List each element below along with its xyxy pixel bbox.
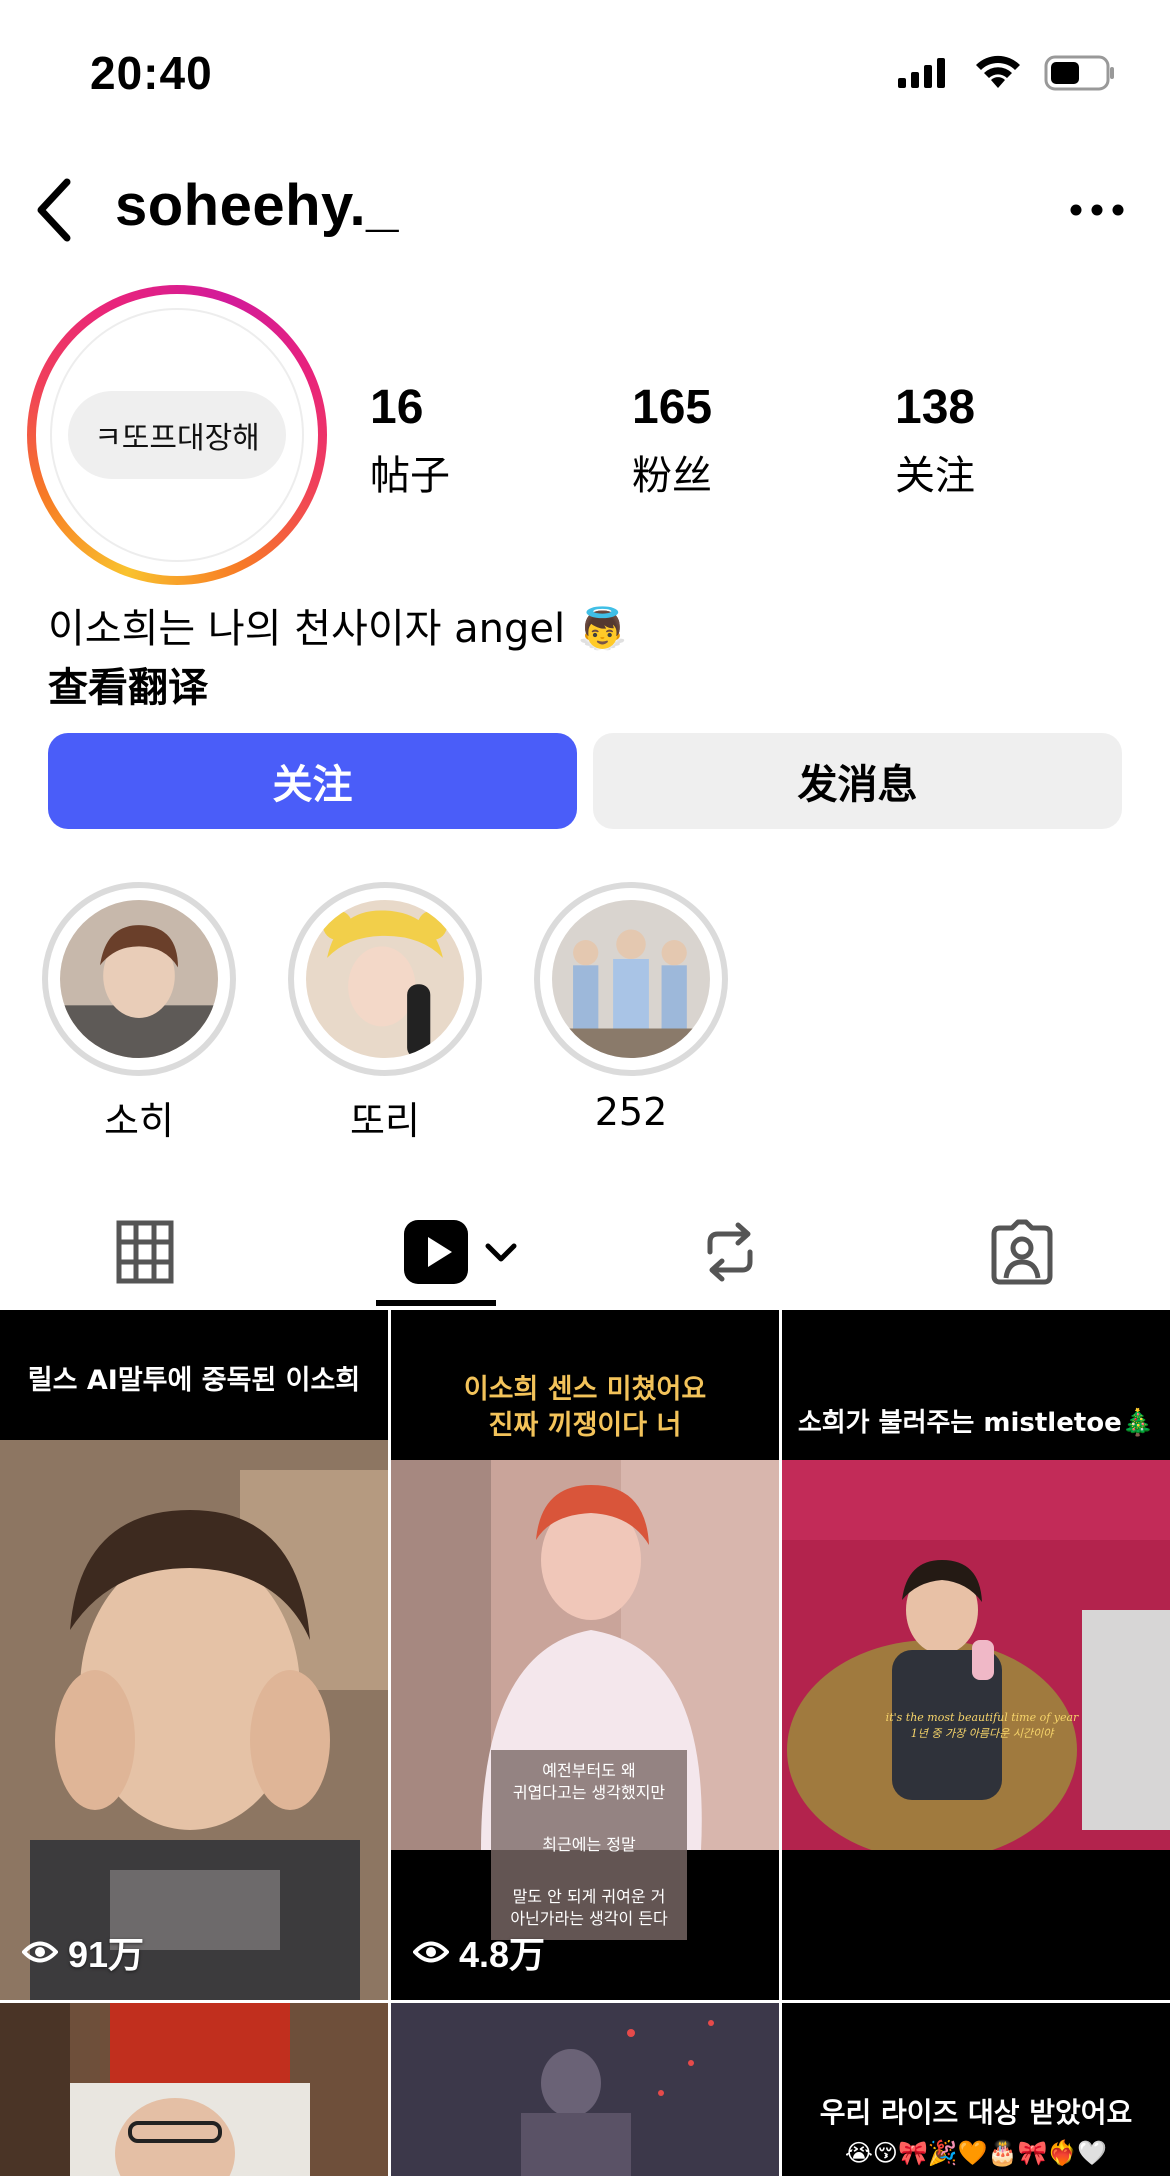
battery-icon [1044,55,1114,91]
stat-posts-value: 16 [370,381,424,434]
subtitle-line: 최근에는 정말 [542,1835,636,1854]
tab-tagged[interactable] [972,1202,1072,1302]
stat-following-value: 138 [895,381,976,434]
tagged-person-icon [991,1219,1053,1285]
reel-caption: 소희가 불러주는 mistletoe🎄 [797,1408,1155,1438]
ellipsis-icon [1070,204,1124,216]
reel-caption-line: 진짜 끼쟁이다 너 [488,1410,682,1441]
tab-reels[interactable] [395,1202,525,1302]
reel-thumbnail[interactable]: 이소희 센스 미쳤어요 진짜 끼쟁이다 너 예전부터도 왜 귀엽다고는 생각했지… [391,1310,779,2000]
reel-thumbnail[interactable] [391,2003,779,2176]
stat-following[interactable]: 138 关注 [895,380,975,501]
stat-followers-value: 165 [632,381,713,434]
reel-thumbnail[interactable]: 우리 라이즈 대상 받았어요 😭😚🎀🎉🧡🎂🎀❤️‍🔥🤍 [782,2003,1170,2176]
reels-icon [404,1220,468,1284]
reel-caption: 우리 라이즈 대상 받았어요 😭😚🎀🎉🧡🎂🎀❤️‍🔥🤍 [782,2093,1170,2173]
profile-note[interactable]: ㅋ또프대장해 [68,391,286,479]
cellular-signal-icon [898,58,945,88]
status-icons [896,54,1116,92]
message-button[interactable]: 发消息 [593,733,1122,829]
highlight-item[interactable]: 소히 [42,882,236,1145]
reel-caption: 릴스 AI말투에 중독된 이소희 [27,1365,361,1396]
stat-posts[interactable]: 16 帖子 [370,380,450,501]
tab-posts-grid[interactable] [95,1202,195,1302]
highlight-item[interactable]: 또리 [288,882,482,1145]
stat-followers-label: 粉丝 [632,454,712,498]
chevron-down-icon [485,1243,517,1262]
subtitle-line: 예전부터도 왜 [542,1761,636,1780]
overlay-line: it's the most beautiful time of year [885,1711,1079,1724]
reel-subtitles: 예전부터도 왜 귀엽다고는 생각했지만 최근에는 정말 말도 안 되게 귀여운 … [491,1750,687,1930]
subtitle-line: 귀엽다고는 생각했지만 [512,1783,666,1802]
stat-followers[interactable]: 165 粉丝 [632,380,712,501]
reel-caption: 이소희 센스 미쳤어요 진짜 끼쟁이다 너 [391,1372,779,1444]
subtitle-line: 말도 안 되게 귀여운 거 [512,1887,666,1906]
highlight-cover [306,900,464,1058]
profile-bio: 이소희는 나의 천사이자 angel 👼 [48,606,628,652]
wifi-icon [976,55,1020,88]
profile-username: soheehy._ [115,173,399,238]
profile-tabs [0,1182,1170,1312]
reel-caption-line: 😭😚🎀🎉🧡🎂🎀❤️‍🔥🤍 [844,2139,1108,2167]
highlight-label: 252 [594,1090,668,1134]
highlight-item[interactable]: 252 [534,882,728,1134]
reel-thumbnail[interactable]: 릴스 AI말투에 중독된 이소희 91万 [0,1310,388,2000]
chevron-left-icon [37,178,71,242]
stat-posts-label: 帖子 [370,454,450,498]
grid-divider [779,1310,782,2176]
highlight-label: 또리 [350,1099,420,1143]
more-options-button[interactable] [1062,180,1132,240]
highlight-cover [60,900,218,1058]
avatar[interactable]: ㅋ또프대장해 [50,308,304,562]
reel-thumbnail[interactable]: 소희가 불러주는 mistletoe🎄 it's the most beauti… [782,1310,1170,2000]
reels-grid: 릴스 AI말투에 중독된 이소희 91万 이소희 센스 미쳤어요 진짜 끼쟁이다… [0,1310,1170,2176]
play-views-icon [22,1941,58,1963]
profile-header: soheehy._ [0,160,1170,260]
tab-reposts[interactable] [680,1202,780,1302]
view-count: 91万 [22,1926,144,1978]
follow-button[interactable]: 关注 [48,733,577,829]
story-ring[interactable]: ㅋ또프대장해 [27,285,327,585]
grid-divider [388,1310,391,2176]
overlay-line: 1년 중 가장 아름다운 시간이야 [910,1727,1054,1740]
reel-thumbnail[interactable] [0,2003,388,2176]
see-translation-link[interactable]: 查看翻译 [48,655,208,713]
reel-caption-line: 이소희 센스 미쳤어요 [463,1374,707,1405]
reel-caption-line: 우리 라이즈 대상 받았어요 [819,2096,1133,2129]
grid-icon [116,1220,174,1284]
status-time: 20:40 [90,47,213,99]
play-views-icon [413,1941,449,1963]
stat-following-label: 关注 [895,454,975,498]
view-count-value: 91万 [68,1934,145,1975]
highlight-label: 소히 [104,1099,174,1143]
view-count-value: 4.8万 [459,1934,546,1975]
reel-overlay-text: it's the most beautiful time of year 1년 … [882,1710,1082,1742]
back-button[interactable] [18,170,88,250]
active-tab-indicator [376,1300,496,1306]
highlight-cover [552,900,710,1058]
view-count: 4.8万 [413,1926,545,1978]
grid-divider [0,2000,1170,2003]
status-bar: 20:40 [0,0,1170,140]
repost-icon [707,1222,753,1282]
